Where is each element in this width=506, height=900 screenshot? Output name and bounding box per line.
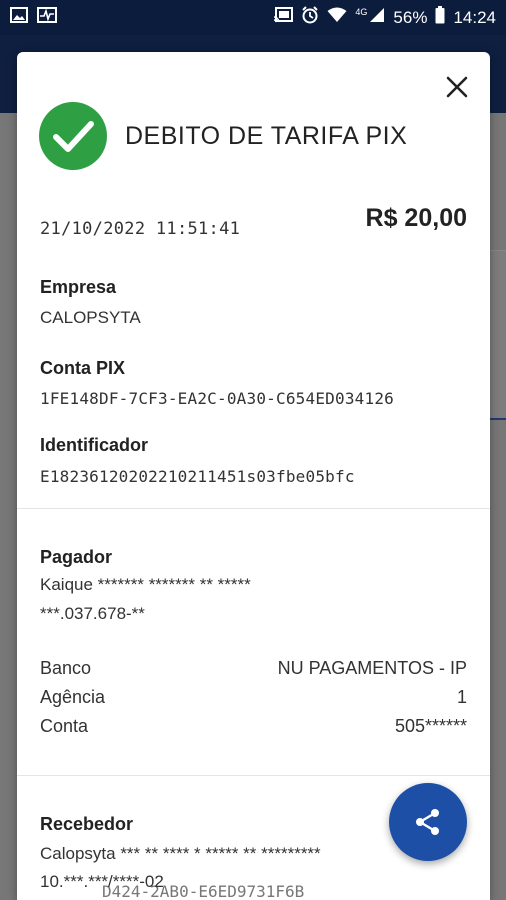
conta-label: Conta xyxy=(40,716,89,736)
signal-icon xyxy=(369,7,385,28)
banco-label: Banco xyxy=(40,658,92,678)
clock: 14:24 xyxy=(453,7,496,27)
conta-pix-value: 1FE148DF-7CF3-EA2C-0A30-C654ED034126 xyxy=(40,389,394,408)
close-button[interactable] xyxy=(442,72,472,102)
activity-icon xyxy=(37,7,57,28)
close-icon xyxy=(446,76,468,98)
transaction-amount: R$ 20,00 xyxy=(365,204,467,232)
pagador-label: Pagador xyxy=(40,547,113,567)
share-button[interactable] xyxy=(389,783,467,861)
alarm-icon xyxy=(301,6,319,29)
background-app-card xyxy=(490,250,506,420)
conta-pix-label: Conta PIX xyxy=(40,358,126,378)
battery-percent: 56% xyxy=(393,7,428,27)
section-divider xyxy=(17,508,490,509)
banco-value: NU PAGAMENTOS - IP xyxy=(277,658,467,678)
share-icon xyxy=(416,809,439,835)
identificador-value: E18236120202210211451s03fbe05bfc xyxy=(40,467,355,486)
recebedor-document: 10.***.***/****-02 xyxy=(40,872,164,891)
identificador-label: Identificador xyxy=(40,435,149,455)
success-check-icon xyxy=(39,102,107,170)
pagador-document: ***.037.678-** xyxy=(40,604,145,623)
agencia-value: 1 xyxy=(456,687,467,707)
network-type-label: 4G xyxy=(355,6,368,17)
status-bar: 4G 56% 14:24 xyxy=(0,0,506,35)
section-divider xyxy=(17,775,490,776)
battery-icon xyxy=(435,6,445,29)
cast-icon xyxy=(273,7,294,28)
empresa-label: Empresa xyxy=(40,277,117,297)
image-icon xyxy=(10,7,28,28)
wifi-icon xyxy=(327,7,347,28)
agencia-label: Agência xyxy=(40,687,106,707)
receipt-modal: DEBITO DE TARIFA PIX 21/10/2022 11:51:41… xyxy=(17,52,490,900)
recebedor-name: Calopsyta *** ** **** * ***** ** *******… xyxy=(40,844,321,863)
empresa-value: CALOPSYTA xyxy=(40,308,141,327)
transaction-datetime: 21/10/2022 11:51:41 xyxy=(40,219,241,239)
receipt-title: DEBITO DE TARIFA PIX xyxy=(125,122,408,150)
pagador-name: Kaique ******* ******* ** ***** xyxy=(40,575,251,594)
conta-value: 505****** xyxy=(394,716,467,736)
recebedor-label: Recebedor xyxy=(40,814,134,834)
